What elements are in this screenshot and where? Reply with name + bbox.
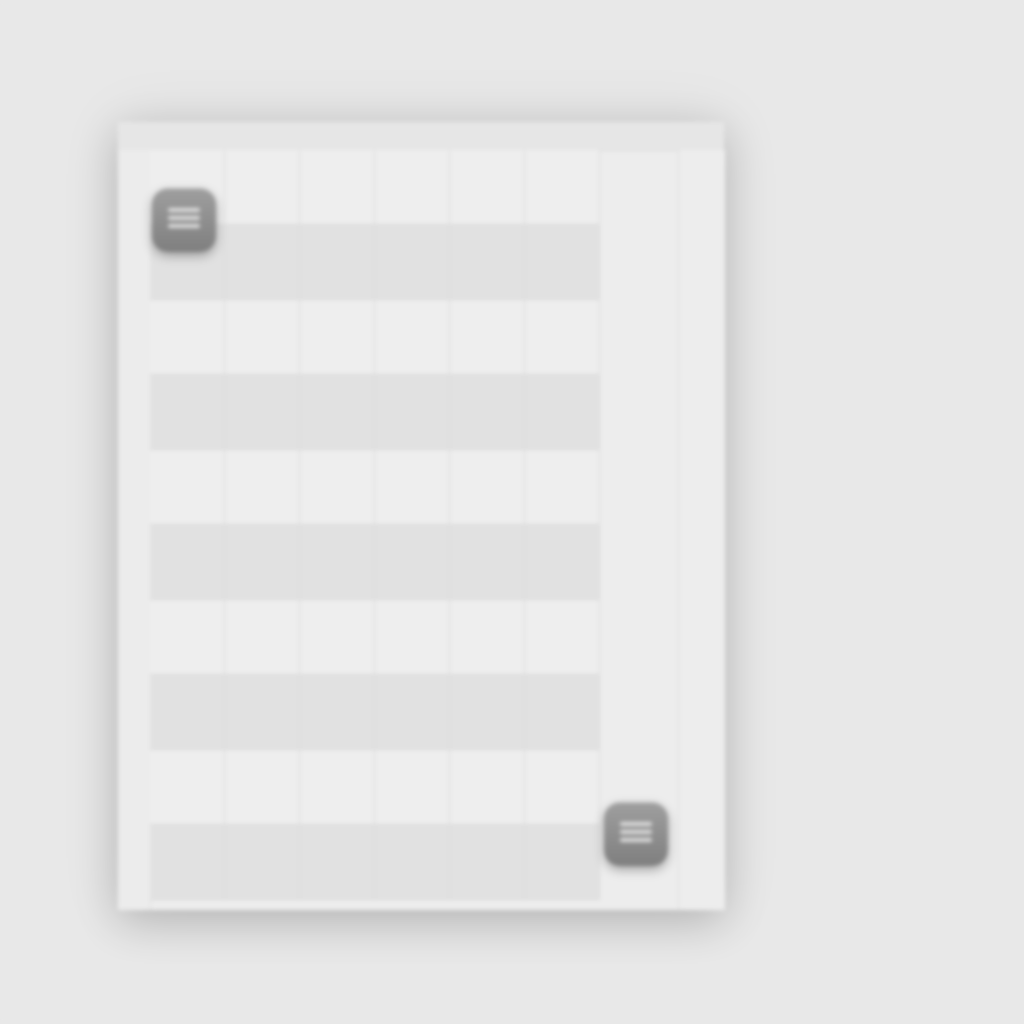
grid-cell xyxy=(150,525,225,600)
grid-cell xyxy=(150,825,225,900)
grid-cell xyxy=(300,375,375,450)
grid-cell xyxy=(375,750,450,825)
grid-cell xyxy=(375,300,450,375)
grid-cell xyxy=(375,225,450,300)
drag-lines-icon xyxy=(168,208,200,228)
grid-cell xyxy=(525,825,600,900)
grid-cell xyxy=(150,600,225,675)
grid-cell xyxy=(375,825,450,900)
grid-cell xyxy=(300,675,375,750)
grid-cell xyxy=(300,825,375,900)
grid-cell xyxy=(225,450,300,525)
grid-cell xyxy=(375,150,450,225)
grid-cell xyxy=(525,450,600,525)
grid-cell xyxy=(450,750,525,825)
grid-cell xyxy=(150,450,225,525)
grid-cell xyxy=(525,375,600,450)
grid xyxy=(150,150,600,900)
grid-cell xyxy=(525,600,600,675)
grid-cell xyxy=(225,750,300,825)
grid-cell xyxy=(225,300,300,375)
grid-cell xyxy=(450,600,525,675)
grid-cell xyxy=(225,525,300,600)
grid-cell xyxy=(150,675,225,750)
grid-cell xyxy=(375,525,450,600)
grid-cell xyxy=(225,825,300,900)
grid-cell xyxy=(375,375,450,450)
canvas xyxy=(0,0,1024,1024)
grid-cell xyxy=(450,525,525,600)
grid-cell xyxy=(450,825,525,900)
grid-cell xyxy=(300,225,375,300)
grid-cell xyxy=(225,675,300,750)
grid-cell xyxy=(150,750,225,825)
grid-cell xyxy=(150,375,225,450)
grid-cell xyxy=(300,450,375,525)
grid-cell xyxy=(525,675,600,750)
grid-cell xyxy=(525,150,600,225)
drag-handle-top-left[interactable] xyxy=(152,188,216,252)
board-left-edge xyxy=(118,150,151,910)
grid-cell xyxy=(300,150,375,225)
grid-cell xyxy=(450,450,525,525)
drag-lines-icon xyxy=(620,822,652,842)
grid-cell xyxy=(525,525,600,600)
grid-cell xyxy=(225,225,300,300)
grid-cell xyxy=(150,300,225,375)
grid-cell xyxy=(525,225,600,300)
grid-cell xyxy=(450,300,525,375)
grid-cell xyxy=(525,300,600,375)
grid-cell xyxy=(225,150,300,225)
grid-cell xyxy=(225,375,300,450)
grid-cell xyxy=(300,750,375,825)
grid-cell xyxy=(450,225,525,300)
grid-cell xyxy=(375,675,450,750)
grid-cell xyxy=(450,150,525,225)
grid-cell xyxy=(300,600,375,675)
drag-handle-bottom-right[interactable] xyxy=(604,802,668,866)
board-right-edge xyxy=(678,150,725,910)
grid-cell xyxy=(450,675,525,750)
grid-cell xyxy=(300,525,375,600)
grid-cell xyxy=(225,600,300,675)
grid-cell xyxy=(525,750,600,825)
board-top-edge xyxy=(118,122,724,151)
grid-cell xyxy=(375,600,450,675)
grid-cell xyxy=(375,450,450,525)
grid-cell xyxy=(300,300,375,375)
grid-cell xyxy=(450,375,525,450)
